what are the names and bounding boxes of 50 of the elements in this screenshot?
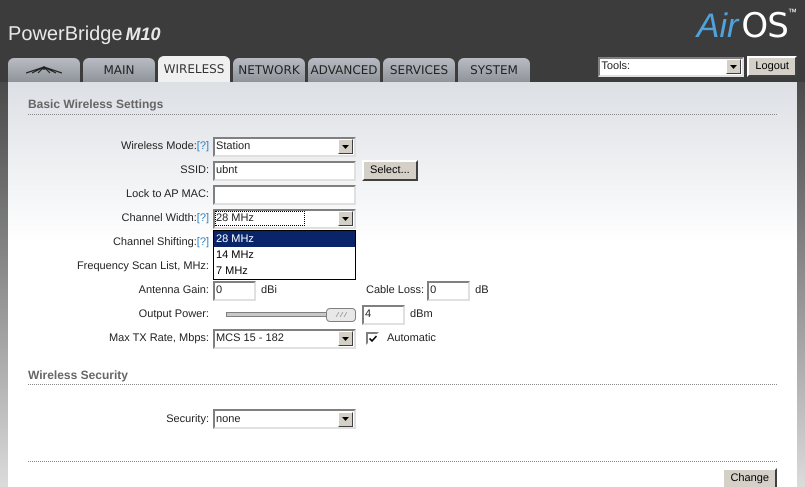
dropdown[interactable]: MCS 15 - 182 — [213, 328, 356, 348]
text-field[interactable]: 0 — [213, 280, 256, 300]
airos-logo-text: Air — [696, 6, 738, 46]
dropdown[interactable]: Station — [213, 136, 356, 156]
trademark-sign: ™ — [788, 6, 797, 19]
airos-logo-text: OS — [741, 6, 788, 46]
text-field[interactable]: ubnt — [213, 160, 356, 180]
dropdown[interactable]: 28 MHz — [213, 208, 356, 228]
text-field[interactable] — [213, 184, 356, 204]
dropdown-option[interactable]: 14 MHz — [214, 246, 355, 262]
field-label: Channel Width: — [122, 211, 197, 226]
field-label: SSID: — [180, 163, 209, 178]
field-label: Wireless Mode: — [120, 139, 197, 154]
nav-tab[interactable]: SYSTEM — [458, 58, 530, 82]
dropdown-option[interactable]: 7 MHz — [214, 262, 355, 278]
section-title: Basic Wireless Settings — [28, 97, 164, 111]
text-field[interactable]: 4 — [362, 304, 405, 324]
nav-tab[interactable]: NETWORK — [233, 58, 305, 82]
change-button[interactable]: Change — [722, 468, 777, 487]
field-label: Antenna Gain: — [138, 283, 209, 298]
unit-label: dB — [475, 283, 489, 298]
dropdown[interactable]: none — [213, 409, 356, 429]
unit-label: dBi — [261, 283, 278, 298]
product-name: PowerBridge — [8, 22, 123, 47]
help-link[interactable]: [?] — [196, 234, 209, 251]
field-label: Max TX Rate, Mbps: — [108, 331, 209, 346]
nav-tab[interactable]: SERVICES — [383, 58, 455, 82]
help-link[interactable]: [?] — [196, 138, 209, 155]
dropdown-option[interactable]: 28 MHz — [214, 230, 355, 246]
field-label: Output Power: — [138, 307, 209, 322]
unit-label: dBm — [410, 307, 433, 322]
checkbox-label: Automatic — [387, 331, 436, 346]
select-button[interactable]: Select... — [362, 160, 418, 181]
nav-tab[interactable]: WIRELESS — [158, 56, 230, 82]
slider-thumb[interactable] — [326, 308, 356, 322]
field-label: Cable Loss: — [366, 283, 424, 298]
nav-tab[interactable]: MAIN — [83, 58, 155, 82]
tools-dropdown[interactable]: Tools: — [598, 56, 744, 76]
logo-tab[interactable] — [8, 58, 80, 82]
antenna-logo-icon — [26, 66, 62, 74]
logout-button[interactable]: Logout — [747, 56, 797, 77]
nav-tab[interactable]: ADVANCED — [308, 58, 380, 82]
field-label: Channel Shifting: — [112, 235, 197, 250]
section-title: Wireless Security — [28, 368, 128, 382]
model-name: M10 — [126, 23, 161, 46]
text-field[interactable]: 0 — [427, 280, 470, 300]
help-link[interactable]: [?] — [196, 210, 209, 227]
field-label: Lock to AP MAC: — [126, 187, 209, 202]
field-label: Security: — [166, 412, 209, 427]
field-label: Frequency Scan List, MHz: — [76, 259, 209, 274]
